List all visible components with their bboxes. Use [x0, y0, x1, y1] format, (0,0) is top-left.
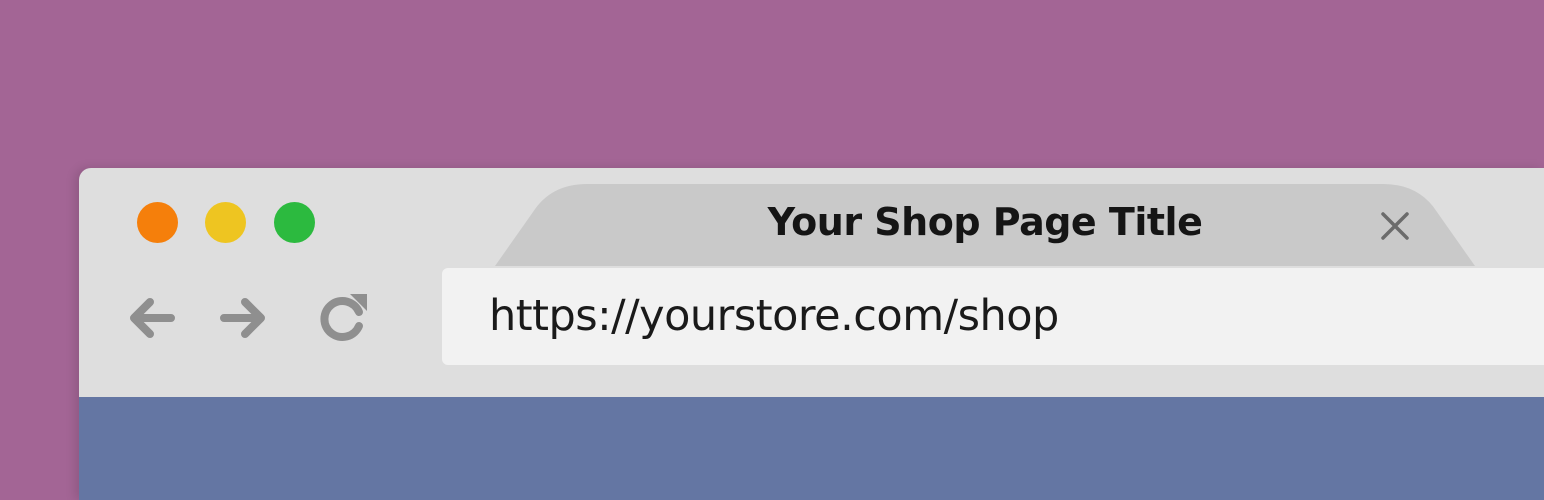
forward-button[interactable] — [214, 290, 270, 346]
window-minimize-button[interactable] — [205, 202, 246, 243]
close-icon[interactable] — [1378, 209, 1412, 243]
tab-title: Your Shop Page Title — [767, 200, 1203, 244]
url-text: https://yourstore.com/shop — [489, 291, 1059, 341]
page-content — [79, 397, 1544, 500]
reload-icon — [320, 294, 367, 341]
browser-window: Your Shop Page Title https://yourstore.c… — [79, 168, 1544, 500]
browser-tab[interactable]: Your Shop Page Title — [495, 184, 1475, 266]
reload-button[interactable] — [315, 290, 371, 346]
address-bar[interactable]: https://yourstore.com/shop — [442, 268, 1544, 365]
window-close-button[interactable] — [137, 202, 178, 243]
arrow-right-icon — [220, 298, 265, 338]
window-maximize-button[interactable] — [274, 202, 315, 243]
back-button[interactable] — [125, 290, 181, 346]
arrow-left-icon — [130, 298, 175, 338]
